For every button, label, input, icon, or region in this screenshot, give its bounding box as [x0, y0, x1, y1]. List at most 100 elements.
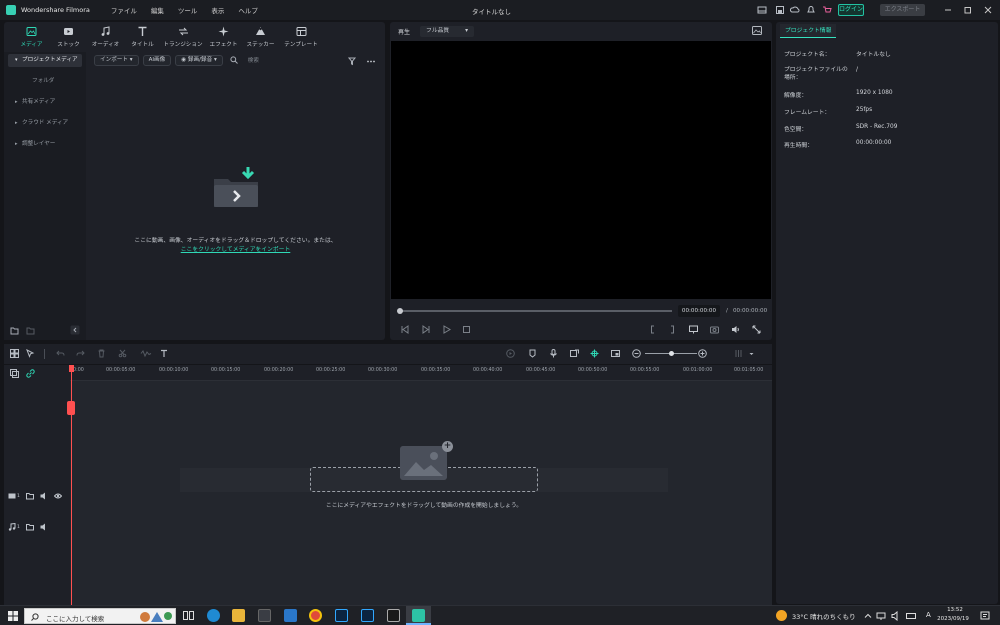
- network-icon[interactable]: [876, 611, 886, 621]
- windows-start-icon[interactable]: [8, 611, 18, 621]
- menu-file[interactable]: ファイル: [104, 5, 144, 15]
- tab-title[interactable]: タイトル: [124, 22, 161, 50]
- import-dropdown[interactable]: インポート ▾: [94, 54, 139, 66]
- clock-time[interactable]: 13:52: [943, 607, 967, 613]
- collapse-sidebar-icon[interactable]: [70, 325, 80, 335]
- mail-icon[interactable]: [284, 609, 297, 622]
- scrub-handle[interactable]: [397, 308, 403, 314]
- menu-tools[interactable]: ツール: [171, 5, 205, 15]
- playhead-handle[interactable]: [67, 401, 75, 415]
- sidebar-item-project-media[interactable]: ▾ プロジェクトメディア: [8, 54, 82, 67]
- playhead-marker[interactable]: [69, 365, 74, 372]
- zoom-slider-handle[interactable]: [669, 351, 674, 356]
- filter-icon[interactable]: [348, 57, 358, 66]
- edge-browser-icon[interactable]: [207, 609, 220, 622]
- tab-project-info[interactable]: プロジェクト情報: [780, 24, 837, 38]
- timeline-ruler[interactable]: 00:00 00:00:05:00 00:00:10:00 00:00:15:0…: [70, 365, 772, 381]
- snap-magnet-icon[interactable]: [590, 349, 599, 358]
- preview-screen[interactable]: [391, 41, 771, 299]
- tab-stock[interactable]: ストック: [50, 22, 87, 50]
- track-volume-icon[interactable]: [40, 523, 48, 531]
- camera-snapshot-icon[interactable]: [710, 325, 719, 334]
- sidebar-item-shared-media[interactable]: ▸ 共有メディア: [8, 96, 82, 109]
- preview-scrub-bar[interactable]: [398, 310, 672, 312]
- previous-frame-icon[interactable]: [400, 325, 409, 334]
- close-icon[interactable]: [984, 6, 992, 14]
- tab-sticker[interactable]: ステッカー: [242, 22, 279, 50]
- keyboard-icon[interactable]: [906, 611, 916, 621]
- minimize-icon[interactable]: [944, 6, 952, 14]
- fullscreen-icon[interactable]: [752, 325, 761, 334]
- export-button[interactable]: エクスポート: [880, 4, 925, 16]
- weather-status[interactable]: 33°C 晴れのちくもり: [792, 611, 856, 621]
- import-folder-icon[interactable]: [212, 165, 260, 209]
- tab-effect[interactable]: エフェクト: [205, 22, 242, 50]
- menu-help[interactable]: ヘルプ: [231, 5, 265, 15]
- layout-icon[interactable]: [757, 5, 767, 15]
- microsoft-store-icon[interactable]: [258, 609, 271, 622]
- add-track-icon[interactable]: [10, 369, 19, 378]
- ime-indicator[interactable]: A: [926, 611, 931, 619]
- text-tool-icon[interactable]: [160, 349, 169, 358]
- lightroom-classic-icon[interactable]: [361, 609, 374, 622]
- quality-dropdown[interactable]: フル品質 ▾: [420, 25, 475, 37]
- zoom-in-icon[interactable]: [698, 349, 707, 358]
- tab-transition[interactable]: トランジション: [161, 22, 205, 50]
- display-monitor-icon[interactable]: [689, 325, 698, 334]
- photoshop-icon[interactable]: [335, 609, 348, 622]
- cart-icon[interactable]: [822, 5, 832, 15]
- timeline-area[interactable]: 1 1 00:00 00:00:05:00 00:00:10:00 00:00:…: [4, 365, 772, 605]
- mark-out-icon[interactable]: [668, 325, 677, 334]
- select-cursor-icon[interactable]: [26, 349, 35, 358]
- chevron-down-icon[interactable]: [748, 349, 755, 358]
- menu-edit[interactable]: 編集: [144, 5, 171, 15]
- speaker-icon[interactable]: [891, 611, 901, 621]
- task-view-icon[interactable]: [183, 610, 194, 621]
- file-explorer-icon[interactable]: [232, 609, 245, 622]
- tab-media[interactable]: メディア: [13, 22, 50, 50]
- notification-center-icon[interactable]: [980, 611, 990, 621]
- bridge-icon[interactable]: [387, 609, 400, 622]
- snapshot-image-icon[interactable]: [752, 26, 762, 35]
- pip-overlay-icon[interactable]: [611, 349, 620, 358]
- menu-view[interactable]: 表示: [204, 5, 231, 15]
- more-options-icon[interactable]: [366, 57, 376, 66]
- save-icon[interactable]: [775, 5, 785, 15]
- folder-icon[interactable]: [26, 326, 35, 335]
- cloud-icon[interactable]: [790, 5, 800, 15]
- taskbar-search-input[interactable]: ここに入力して検索: [24, 608, 176, 624]
- zoom-out-icon[interactable]: [632, 349, 641, 358]
- delete-icon[interactable]: [97, 349, 106, 358]
- ai-image-button[interactable]: AI画像: [142, 54, 172, 66]
- notification-icon[interactable]: [806, 5, 816, 15]
- maximize-icon[interactable]: [964, 6, 972, 14]
- marker-shield-icon[interactable]: [528, 349, 537, 358]
- current-time[interactable]: 00:00:00:00: [678, 305, 720, 317]
- chrome-browser-icon[interactable]: [309, 609, 322, 622]
- volume-icon[interactable]: [731, 325, 740, 334]
- play-icon[interactable]: [442, 325, 451, 334]
- render-play-icon[interactable]: [506, 349, 515, 358]
- sidebar-item-adjustment-layer[interactable]: ▸ 調整レイヤー: [8, 138, 82, 151]
- mark-in-icon[interactable]: [648, 325, 657, 334]
- grid-layout-icon[interactable]: [10, 349, 19, 358]
- track-volume-icon[interactable]: [40, 492, 48, 500]
- login-button[interactable]: ログイン: [838, 4, 864, 16]
- track-visibility-eye-icon[interactable]: [53, 492, 62, 500]
- undo-icon[interactable]: [56, 349, 65, 358]
- microphone-icon[interactable]: [549, 349, 558, 358]
- replace-clip-icon[interactable]: [570, 349, 579, 358]
- sidebar-item-folder[interactable]: フォルダ: [32, 76, 54, 84]
- track-folder-icon[interactable]: [25, 492, 34, 500]
- scissors-icon[interactable]: [118, 349, 127, 358]
- link-icon[interactable]: [26, 369, 35, 378]
- clock-date[interactable]: 2023/09/19: [933, 616, 973, 622]
- record-dropdown[interactable]: ◉ 録画/録音 ▾: [175, 54, 223, 66]
- grid-view-icon[interactable]: [734, 349, 743, 358]
- import-media-link[interactable]: ここをクリックしてメディアをインポート: [86, 244, 385, 253]
- next-frame-icon[interactable]: [422, 325, 431, 334]
- stop-icon[interactable]: [462, 325, 471, 334]
- track-folder-icon[interactable]: [25, 523, 34, 531]
- show-hidden-icons-chevron-icon[interactable]: [864, 612, 872, 620]
- tab-audio[interactable]: オーディオ: [87, 22, 124, 50]
